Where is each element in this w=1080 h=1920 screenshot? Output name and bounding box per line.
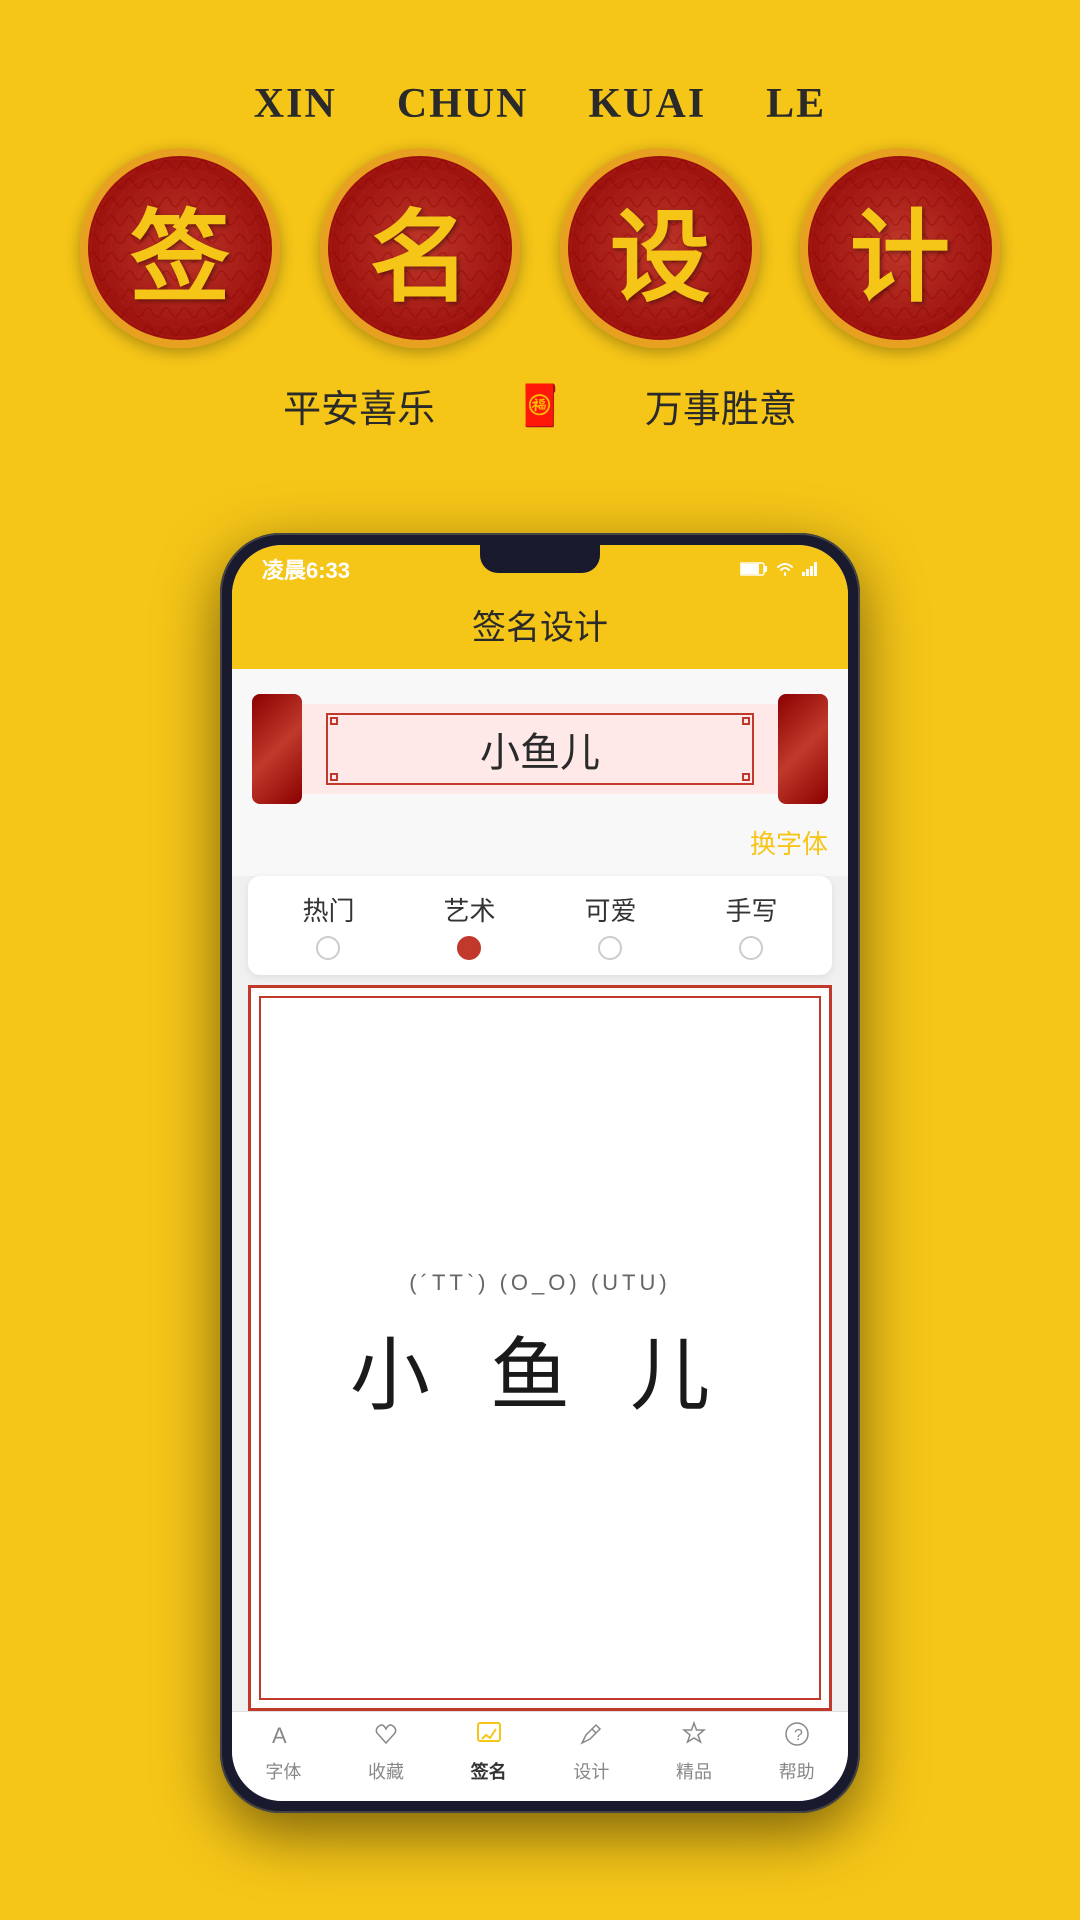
scroll-main: 小鱼儿 <box>302 704 778 794</box>
nav-design[interactable]: 设计 <box>540 1721 643 1784</box>
cat-label-hot: 热门 <box>302 891 354 928</box>
pinyin-row: XIN CHUN KUAI LE <box>40 80 1040 128</box>
nav-fav[interactable]: 收藏 <box>335 1721 438 1784</box>
circle-ming: 名 <box>320 148 520 348</box>
cat-dot-cute <box>598 936 622 960</box>
sig-text: 小 鱼 儿 <box>350 1311 730 1427</box>
design-icon <box>578 1721 604 1754</box>
phone-screen: 凌晨6:33 <box>232 545 848 1801</box>
svg-text:?: ? <box>794 1727 803 1744</box>
pinyin-le: LE <box>766 80 826 128</box>
nav-label-font: 字体 <box>265 1758 301 1784</box>
sig-emoticons: (´TT`) (O_O) (UTU) <box>409 1270 670 1296</box>
circles-row: 签 名 设 <box>40 148 1040 348</box>
sign-icon <box>476 1721 502 1754</box>
scroll-end-right <box>778 694 828 804</box>
nav-label-premium: 精品 <box>676 1758 712 1784</box>
nav-help[interactable]: ? 帮助 <box>745 1721 848 1784</box>
nav-premium[interactable]: 精品 <box>643 1721 746 1784</box>
premium-icon <box>681 1721 707 1754</box>
scroll-area: 小鱼儿 <box>232 669 848 809</box>
top-section: XIN CHUN KUAI LE 签 <box>0 0 1080 473</box>
change-font-button[interactable]: 换字体 <box>750 824 828 861</box>
bottom-nav[interactable]: A 字体 收藏 签名 <box>232 1711 848 1801</box>
signal-icon <box>802 562 818 576</box>
cat-tab-art[interactable]: 艺术 <box>443 891 495 960</box>
pinyin-kuai: KUAI <box>588 80 706 128</box>
circle-she: 设 <box>560 148 760 348</box>
signature-display: (´TT`) (O_O) (UTU) 小 鱼 儿 <box>248 985 832 1711</box>
scroll-banner: 小鱼儿 <box>252 689 828 809</box>
scroll-inner: 小鱼儿 <box>326 713 754 785</box>
corner-sq-tr <box>742 717 750 725</box>
circle-ji: 计 <box>800 148 1000 348</box>
scroll-end-left <box>252 694 302 804</box>
subtitle-left: 平安喜乐 <box>283 378 435 433</box>
nav-label-help: 帮助 <box>779 1758 815 1784</box>
font-icon: A <box>270 1721 296 1754</box>
pinyin-xin: XIN <box>254 80 337 128</box>
font-bar: 换字体 <box>232 809 848 876</box>
battery-icon <box>740 562 768 576</box>
circle-qian: 签 <box>80 148 280 348</box>
app-header: 签名设计 <box>232 590 848 669</box>
nav-label-sign: 签名 <box>471 1758 507 1784</box>
nav-label-fav: 收藏 <box>368 1758 404 1784</box>
cat-label-handwrite: 手写 <box>725 891 777 928</box>
subtitle-row: 平安喜乐 🧧 万事胜意 <box>40 378 1040 433</box>
char-ji: 计 <box>850 176 950 321</box>
status-time: 凌晨6:33 <box>262 553 350 585</box>
cat-dot-art <box>457 936 481 960</box>
app-title: 签名设计 <box>472 610 608 647</box>
corner-sq-tl <box>330 717 338 725</box>
cat-label-cute: 可爱 <box>584 891 636 928</box>
cat-dot-hot <box>316 936 340 960</box>
fav-icon <box>373 1721 399 1754</box>
help-icon: ? <box>784 1721 810 1754</box>
ingot-icon: 🧧 <box>515 382 565 429</box>
cat-tab-hot[interactable]: 热门 <box>302 891 354 960</box>
svg-text:A: A <box>272 1723 287 1747</box>
cat-dot-handwrite <box>739 936 763 960</box>
char-qian: 签 <box>130 176 230 321</box>
nav-label-design: 设计 <box>573 1758 609 1784</box>
pinyin-chun: CHUN <box>397 80 529 128</box>
corner-sq-br <box>742 773 750 781</box>
cat-tab-cute[interactable]: 可爱 <box>584 891 636 960</box>
cat-tab-handwrite[interactable]: 手写 <box>725 891 777 960</box>
status-icons <box>740 562 818 576</box>
corner-sq-bl <box>330 773 338 781</box>
char-she: 设 <box>610 176 710 321</box>
phone-container: 凌晨6:33 <box>0 533 1080 1813</box>
phone-mockup: 凌晨6:33 <box>220 533 860 1813</box>
category-tabs[interactable]: 热门 艺术 可爱 手写 <box>248 876 832 975</box>
wifi-icon <box>776 562 794 576</box>
signature-content: (´TT`) (O_O) (UTU) 小 鱼 儿 <box>251 988 829 1708</box>
scroll-text: 小鱼儿 <box>480 720 600 778</box>
cat-label-art: 艺术 <box>443 891 495 928</box>
nav-sign[interactable]: 签名 <box>437 1721 540 1784</box>
subtitle-right: 万事胜意 <box>645 378 797 433</box>
char-ming: 名 <box>370 176 470 321</box>
phone-notch <box>480 545 600 573</box>
nav-font[interactable]: A 字体 <box>232 1721 335 1784</box>
